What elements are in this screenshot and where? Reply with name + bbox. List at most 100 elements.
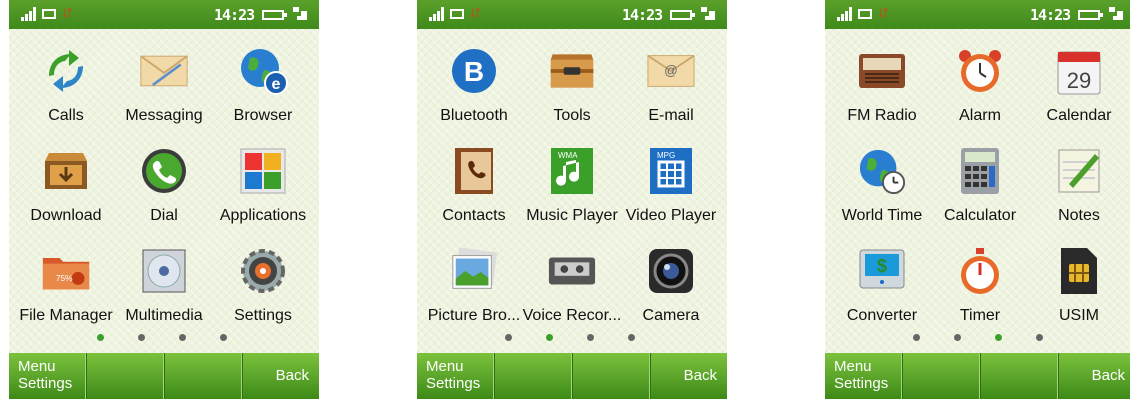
menu-settings-softkey[interactable]: Menu Settings	[9, 353, 86, 399]
app-alarm[interactable]: Alarm	[929, 36, 1031, 136]
app-timer[interactable]: Timer	[929, 236, 1031, 336]
center-left-softkey[interactable]	[86, 353, 164, 399]
signal-icon	[429, 7, 445, 21]
app-download[interactable]: Download	[15, 136, 117, 236]
data-transfer-icon: ↓↑	[61, 4, 74, 21]
page-dot	[179, 334, 186, 341]
page-dot	[97, 334, 104, 341]
message-icon	[858, 9, 872, 19]
center-right-softkey[interactable]	[980, 353, 1058, 399]
softkey-left-line2: Settings	[834, 375, 889, 392]
app-multimedia[interactable]: Multimedia	[113, 236, 215, 336]
svg-text:B: B	[464, 56, 484, 87]
notes-icon	[1054, 146, 1104, 196]
app-label: USIM	[1059, 307, 1099, 324]
app-label: Camera	[642, 307, 700, 324]
app-video-player[interactable]: MPG Video Player	[620, 136, 722, 236]
fm-radio-icon	[857, 46, 907, 96]
file-manager-icon: 75%	[41, 246, 91, 296]
app-label: Video Player	[625, 207, 717, 224]
app-label: Calls	[48, 107, 84, 124]
back-softkey[interactable]: Back	[1058, 353, 1130, 399]
email-icon: @	[646, 46, 696, 96]
menu-settings-softkey[interactable]: Menu Settings	[417, 353, 494, 399]
app-label: E-mail	[648, 107, 694, 124]
dial-icon	[139, 146, 189, 196]
alarm-icon	[955, 46, 1005, 96]
app-voice-recorder[interactable]: Voice Recor...	[521, 236, 623, 336]
back-softkey[interactable]: Back	[650, 353, 727, 399]
app-label: World Time	[841, 207, 923, 224]
softkey-left-line2: Settings	[426, 375, 481, 392]
settings-icon	[238, 246, 288, 296]
menu-settings-softkey[interactable]: Menu Settings	[825, 353, 902, 399]
softkey-back-label: Back	[1091, 367, 1125, 384]
world-time-icon	[857, 146, 907, 196]
app-label: Messaging	[125, 107, 203, 124]
clock: 14:23	[1030, 6, 1071, 24]
center-right-softkey[interactable]	[164, 353, 242, 399]
app-label: Converter	[846, 307, 918, 324]
app-messaging[interactable]: Messaging	[113, 36, 215, 136]
page-dot	[587, 334, 594, 341]
app-usim[interactable]: USIM	[1028, 236, 1130, 336]
applications-icon	[238, 146, 288, 196]
app-converter[interactable]: $ Converter	[831, 236, 933, 336]
app-dial[interactable]: Dial	[113, 136, 215, 236]
app-world-time[interactable]: World Time	[831, 136, 933, 236]
app-label: File Manager	[19, 307, 113, 324]
app-label: Dial	[150, 207, 178, 224]
app-fm-radio[interactable]: FM Radio	[831, 36, 933, 136]
calls-icon	[41, 46, 91, 96]
app-calendar[interactable]: 29 Calendar	[1028, 36, 1130, 136]
softkey-back-label: Back	[683, 367, 717, 384]
softkey-bar: Menu Settings Back	[417, 353, 727, 399]
app-file-manager[interactable]: 75% File Manager	[15, 236, 117, 336]
music-player-icon: WMA	[547, 146, 597, 196]
back-softkey[interactable]: Back	[242, 353, 319, 399]
app-label: Calendar	[1046, 107, 1112, 124]
app-email[interactable]: @ E-mail	[620, 36, 722, 136]
app-calculator[interactable]: Calculator	[929, 136, 1031, 236]
page-indicator	[417, 334, 727, 342]
bluetooth-icon: B	[449, 46, 499, 96]
app-label: Applications	[219, 207, 307, 224]
softkey-left-line1: Menu	[426, 358, 464, 375]
app-label: Multimedia	[125, 307, 203, 324]
center-left-softkey[interactable]	[494, 353, 572, 399]
network-icon	[293, 7, 309, 21]
message-icon	[42, 9, 56, 19]
app-settings[interactable]: Settings	[212, 236, 314, 336]
svg-text:$: $	[877, 256, 887, 276]
svg-text:@: @	[664, 63, 678, 78]
center-left-softkey[interactable]	[902, 353, 980, 399]
page-dot	[220, 334, 227, 341]
app-browser[interactable]: e Browser	[212, 36, 314, 136]
app-label: Download	[30, 207, 102, 224]
tools-icon	[547, 46, 597, 96]
app-label: Alarm	[959, 107, 1001, 124]
app-contacts[interactable]: Contacts	[423, 136, 525, 236]
app-picture-browser[interactable]: Picture Bro...	[423, 236, 525, 336]
app-music-player[interactable]: WMA Music Player	[521, 136, 623, 236]
app-bluetooth[interactable]: B Bluetooth	[423, 36, 525, 136]
app-applications[interactable]: Applications	[212, 136, 314, 236]
app-tools[interactable]: Tools	[521, 36, 623, 136]
app-label: Contacts	[442, 207, 506, 224]
softkey-left-line2: Settings	[18, 375, 73, 392]
clock: 14:23	[622, 6, 663, 24]
app-camera[interactable]: Camera	[620, 236, 722, 336]
app-calls[interactable]: Calls	[15, 36, 117, 136]
app-label: FM Radio	[847, 107, 917, 124]
timer-icon	[955, 246, 1005, 296]
page-dot	[628, 334, 635, 341]
app-notes[interactable]: Notes	[1028, 136, 1130, 236]
signal-icon	[837, 7, 853, 21]
status-bar: ↓↑ 14:23	[417, 0, 727, 29]
page-dot	[505, 334, 512, 341]
svg-text:WMA: WMA	[558, 151, 578, 160]
center-right-softkey[interactable]	[572, 353, 650, 399]
softkey-bar: Menu Settings Back	[825, 353, 1130, 399]
softkey-back-label: Back	[275, 367, 309, 384]
app-label: Tools	[553, 107, 591, 124]
